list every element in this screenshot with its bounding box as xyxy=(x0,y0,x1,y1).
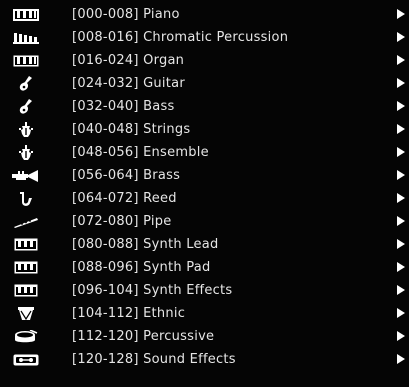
submenu-arrow-icon xyxy=(397,9,405,19)
menu-item-label: [064-072] Reed xyxy=(72,191,177,206)
menu-item-bass[interactable]: [032-040] Bass xyxy=(0,95,409,118)
xylophone-icon xyxy=(10,29,42,46)
menu-item-brass[interactable]: [056-064] Brass xyxy=(0,164,409,187)
menu-item-label: [104-112] Ethnic xyxy=(72,306,186,321)
menu-item-label: [112-120] Percussive xyxy=(72,329,215,344)
menu-item-label: [032-040] Bass xyxy=(72,99,175,114)
submenu-arrow-icon xyxy=(397,216,405,226)
menu-item-synth-effects[interactable]: [096-104] Synth Effects xyxy=(0,279,409,302)
submenu-arrow-icon xyxy=(397,239,405,249)
menu-item-percussive[interactable]: [112-120] Percussive xyxy=(0,325,409,348)
flute-icon xyxy=(10,213,42,230)
menu-item-label: [056-064] Brass xyxy=(72,168,181,183)
submenu-arrow-icon xyxy=(397,147,405,157)
menu-item-guitar[interactable]: [024-032] Guitar xyxy=(0,72,409,95)
guitar-icon xyxy=(10,75,42,92)
submenu-arrow-icon xyxy=(397,262,405,272)
menu-item-synth-pad[interactable]: [088-096] Synth Pad xyxy=(0,256,409,279)
submenu-arrow-icon xyxy=(397,55,405,65)
menu-item-label: [096-104] Synth Effects xyxy=(72,283,233,298)
menu-item-strings[interactable]: [040-048] Strings xyxy=(0,118,409,141)
ensemble-icon xyxy=(10,144,42,161)
submenu-arrow-icon xyxy=(397,285,405,295)
sound-effects-icon xyxy=(10,351,42,368)
menu-item-ethnic[interactable]: [104-112] Ethnic xyxy=(0,302,409,325)
submenu-arrow-icon xyxy=(397,101,405,111)
menu-item-reed[interactable]: [064-072] Reed xyxy=(0,187,409,210)
submenu-arrow-icon xyxy=(397,308,405,318)
ethnic-drum-icon xyxy=(10,305,42,322)
synth-pad-icon xyxy=(10,259,42,276)
menu-item-chromatic-percussion[interactable]: [008-016] Chromatic Percussion xyxy=(0,26,409,49)
submenu-arrow-icon xyxy=(397,78,405,88)
menu-item-ensemble[interactable]: [048-056] Ensemble xyxy=(0,141,409,164)
menu-item-label: [080-088] Synth Lead xyxy=(72,237,219,252)
instrument-category-menu: [000-008] Piano [008-016] Chromatic Perc… xyxy=(0,0,409,387)
submenu-arrow-icon xyxy=(397,354,405,364)
menu-item-label: [000-008] Piano xyxy=(72,7,180,22)
submenu-arrow-icon xyxy=(397,32,405,42)
menu-item-label: [008-016] Chromatic Percussion xyxy=(72,30,289,45)
drum-icon xyxy=(10,328,42,345)
menu-item-label: [048-056] Ensemble xyxy=(72,145,209,160)
menu-item-synth-lead[interactable]: [080-088] Synth Lead xyxy=(0,233,409,256)
synth-effects-icon xyxy=(10,282,42,299)
violin-icon xyxy=(10,121,42,138)
menu-item-organ[interactable]: [016-024] Organ xyxy=(0,49,409,72)
trumpet-icon xyxy=(10,167,42,184)
organ-icon xyxy=(10,52,42,69)
menu-item-piano[interactable]: [000-008] Piano xyxy=(0,3,409,26)
menu-item-label: [120-128] Sound Effects xyxy=(72,352,236,367)
menu-item-label: [088-096] Synth Pad xyxy=(72,260,211,275)
menu-item-label: [016-024] Organ xyxy=(72,53,185,68)
synth-lead-icon xyxy=(10,236,42,253)
menu-item-label: [072-080] Pipe xyxy=(72,214,172,229)
submenu-arrow-icon xyxy=(397,124,405,134)
bass-icon xyxy=(10,98,42,115)
submenu-arrow-icon xyxy=(397,193,405,203)
submenu-arrow-icon xyxy=(397,331,405,341)
piano-icon xyxy=(10,6,42,23)
menu-item-label: [024-032] Guitar xyxy=(72,76,185,91)
menu-item-sound-effects[interactable]: [120-128] Sound Effects xyxy=(0,348,409,371)
menu-item-label: [040-048] Strings xyxy=(72,122,191,137)
submenu-arrow-icon xyxy=(397,170,405,180)
menu-item-pipe[interactable]: [072-080] Pipe xyxy=(0,210,409,233)
saxophone-icon xyxy=(10,190,42,207)
